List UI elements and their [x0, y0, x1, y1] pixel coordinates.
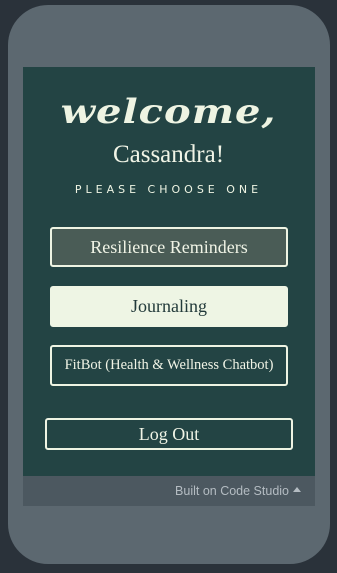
resilience-reminders-button[interactable]: Resilience Reminders [50, 227, 288, 267]
fitbot-button[interactable]: FitBot (Health & Wellness Chatbot) [50, 345, 288, 386]
code-studio-footer[interactable]: Built on Code Studio [23, 476, 315, 506]
caret-up-icon [293, 487, 301, 492]
welcome-heading: welcome, [60, 91, 277, 132]
journaling-button[interactable]: Journaling [50, 286, 288, 327]
choose-prompt: PLEASE CHOOSE ONE [74, 183, 263, 196]
log-out-button[interactable]: Log Out [45, 418, 293, 450]
user-name: Cassandra! [112, 141, 225, 168]
footer-label: Built on Code Studio [175, 484, 289, 498]
